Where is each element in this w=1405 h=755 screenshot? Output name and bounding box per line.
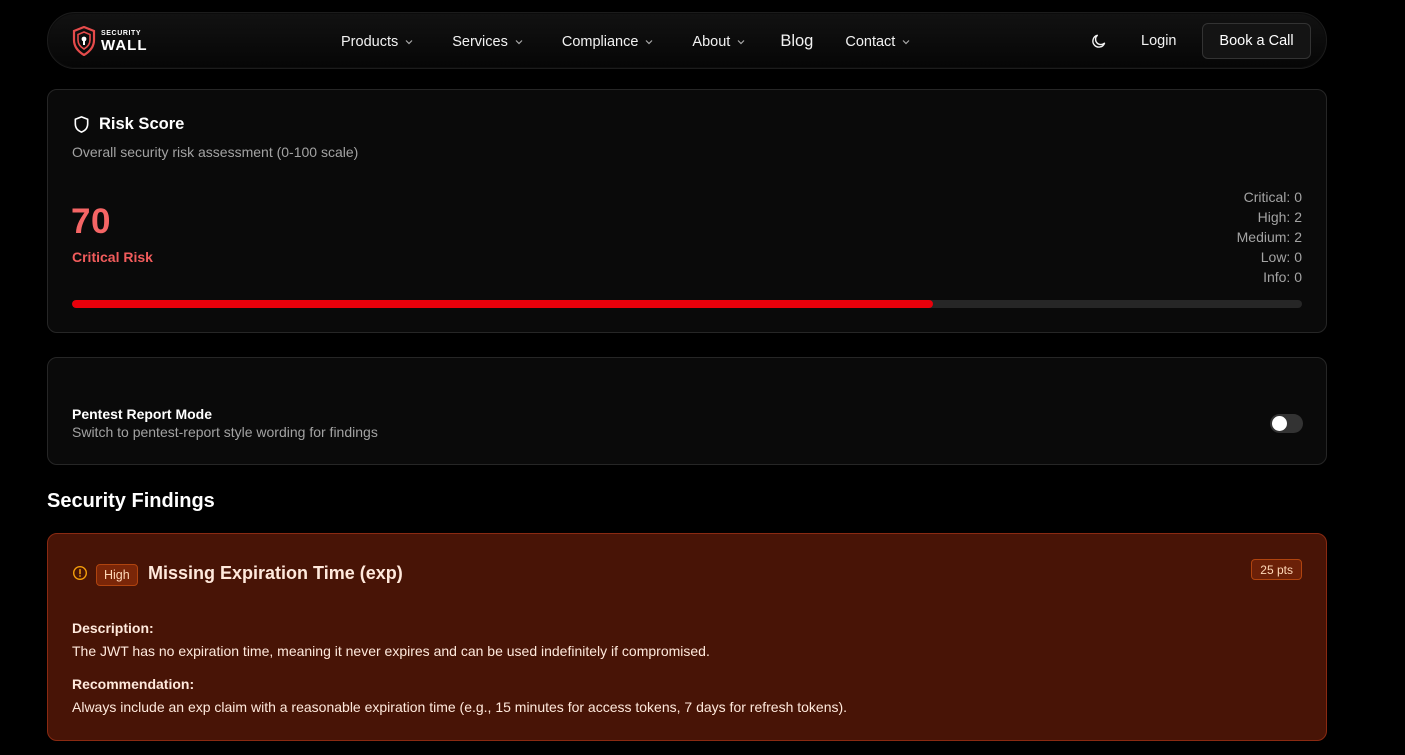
login-link[interactable]: Login — [1141, 33, 1176, 49]
severity-count-medium: Medium: 2 — [1236, 229, 1302, 245]
shield-logo-icon — [72, 26, 96, 56]
pentest-mode-card: Pentest Report Mode Switch to pentest-re… — [47, 357, 1327, 465]
logo[interactable]: SECURITY WALL — [72, 26, 148, 56]
nav-item-label: Services — [452, 33, 508, 50]
risk-score-heading: Risk Score — [72, 115, 184, 134]
points-badge: 25 pts — [1251, 559, 1302, 580]
nav-item-blog[interactable]: Blog — [780, 32, 813, 51]
pentest-mode-toggle[interactable] — [1270, 414, 1303, 433]
toggle-knob — [1272, 416, 1287, 431]
nav-item-label: Contact — [845, 33, 896, 50]
book-a-call-button[interactable]: Book a Call — [1202, 23, 1311, 59]
risk-score-card: Risk Score Overall security risk assessm… — [47, 89, 1327, 333]
nav-item-label: Compliance — [561, 33, 639, 50]
risk-score-subtitle: Overall security risk assessment (0-100 … — [72, 144, 359, 160]
chevron-down-icon — [405, 39, 413, 44]
logo-text-small: SECURITY — [101, 29, 142, 37]
nav-item-label: Blog — [780, 32, 814, 50]
finding-card: High Missing Expiration Time (exp) 25 pt… — [47, 533, 1327, 741]
risk-score-value: 70 — [71, 202, 111, 241]
nav-item-about[interactable]: About — [692, 34, 746, 50]
severity-count-info: Info: 0 — [1263, 269, 1302, 285]
nav-item-label: Products — [341, 33, 399, 50]
nav-item-label: About — [692, 33, 731, 50]
logo-text-big: WALL — [101, 36, 148, 54]
finding-title: Missing Expiration Time (exp) — [148, 563, 403, 583]
description-label: Description: — [72, 620, 154, 636]
recommendation-label: Recommendation: — [72, 676, 195, 692]
chevron-down-icon — [902, 39, 910, 44]
severity-count-critical: Critical: 0 — [1243, 189, 1302, 205]
risk-progress-fill — [72, 300, 933, 308]
severity-counts: Critical: 0 High: 2 Medium: 2 Low: 0 Inf… — [1237, 187, 1302, 287]
alert-circle-icon — [72, 565, 88, 581]
shield-icon — [74, 116, 89, 133]
moon-icon[interactable] — [1091, 33, 1107, 49]
chevron-down-icon — [737, 39, 745, 44]
nav-links: Products Services Compliance About Blog … — [341, 13, 911, 70]
security-findings-heading: Security Findings — [47, 490, 215, 512]
nav-item-compliance[interactable]: Compliance — [562, 34, 655, 50]
severity-badge: High — [96, 564, 138, 586]
nav-item-contact[interactable]: Contact — [845, 34, 911, 50]
top-navbar: SECURITY WALL Products Services Complian… — [47, 12, 1327, 69]
nav-item-services[interactable]: Services — [452, 34, 524, 50]
severity-count-high: High: 2 — [1257, 209, 1302, 225]
pentest-mode-subtitle: Switch to pentest-report style wording f… — [72, 424, 378, 440]
risk-score-title: Risk Score — [99, 115, 185, 133]
severity-count-low: Low: 0 — [1260, 249, 1302, 265]
description-text: The JWT has no expiration time, meaning … — [72, 643, 710, 659]
pentest-mode-title: Pentest Report Mode — [72, 406, 213, 422]
recommendation-text: Always include an exp claim with a reaso… — [72, 699, 848, 715]
risk-progress-bar — [72, 300, 1302, 308]
chevron-down-icon — [515, 39, 523, 44]
risk-level-label: Critical Risk — [72, 249, 153, 265]
nav-item-products[interactable]: Products — [341, 34, 414, 50]
chevron-down-icon — [645, 39, 653, 44]
